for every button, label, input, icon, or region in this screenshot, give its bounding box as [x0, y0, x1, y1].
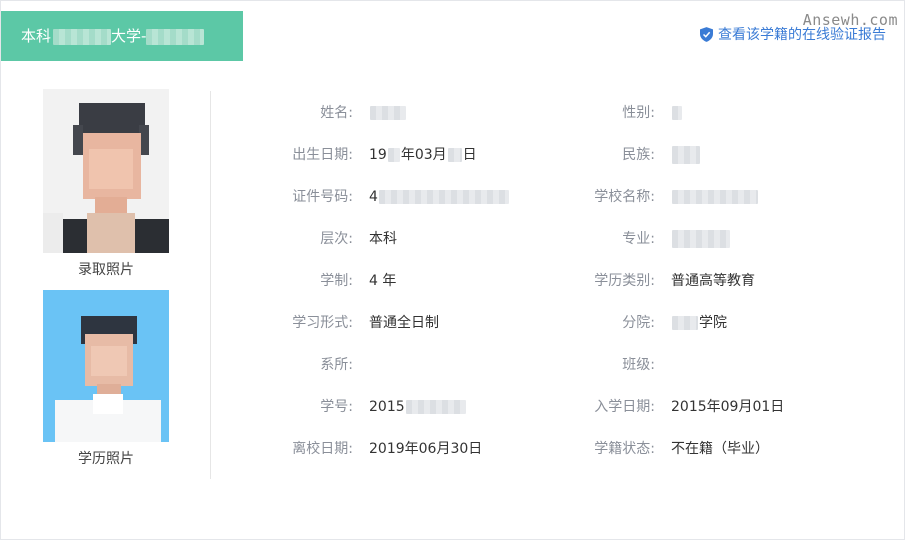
field-label: 专业: — [622, 231, 655, 247]
field-label: 班级: — [622, 357, 655, 373]
field-row-department: 系所: — [211, 355, 511, 375]
field-label: 学籍状态: — [594, 441, 655, 457]
field-row-school-name: 学校名称: — [511, 187, 891, 207]
redacted-university-name — [53, 28, 112, 45]
field-value: 普通全日制 — [369, 315, 439, 331]
field-value: 4 — [369, 187, 510, 207]
field-label: 出生日期: — [292, 147, 353, 163]
field-value: 不在籍（毕业） — [671, 441, 769, 457]
field-label: 离校日期: — [292, 441, 353, 457]
degree-photo — [43, 290, 169, 442]
field-value: 普通高等教育 — [671, 273, 755, 289]
value-part: 2015 — [369, 399, 405, 415]
redacted-value — [672, 106, 682, 120]
value-part: 日 — [462, 147, 477, 163]
verify-report-link[interactable]: 查看该学籍的在线验证报告 — [700, 24, 886, 44]
redacted-value — [378, 190, 509, 204]
photo-column: 录取照片 学历照片 — [31, 89, 181, 468]
verify-report-label: 查看该学籍的在线验证报告 — [718, 27, 886, 43]
value-part: 4 — [369, 189, 378, 205]
field-label: 学号: — [320, 399, 353, 415]
field-row-id-number: 证件号码: 4 — [211, 187, 531, 207]
redacted-value — [672, 146, 700, 164]
admission-photo-image — [43, 89, 169, 253]
field-row-college: 分院: 学院 — [511, 313, 891, 333]
field-label: 民族: — [622, 147, 655, 163]
field-label: 学校名称: — [594, 189, 655, 205]
field-value: 2015 — [369, 397, 467, 417]
field-row-gender: 性别: — [511, 103, 891, 123]
field-row-duration: 学制: 4 年 — [211, 271, 511, 291]
field-label: 证件号码: — [292, 189, 353, 205]
value-part: 19 — [369, 147, 387, 163]
field-value: 学院 — [671, 313, 727, 333]
field-value — [671, 103, 683, 123]
field-label: 系所: — [320, 357, 353, 373]
field-label: 性别: — [622, 105, 655, 121]
field-value — [671, 229, 731, 249]
field-row-major: 专业: — [511, 229, 891, 249]
field-value: 2015年09月01日 — [671, 399, 785, 415]
field-label: 学历类别: — [594, 273, 655, 289]
admission-photo — [43, 89, 169, 253]
field-row-education-type: 学历类别: 普通高等教育 — [511, 271, 891, 291]
field-label: 学习形式: — [292, 315, 353, 331]
redacted-value — [672, 190, 758, 204]
redacted-value — [447, 148, 462, 162]
degree-level-text: 本科 — [21, 27, 52, 45]
redacted-value — [672, 316, 698, 330]
redacted-value — [672, 230, 730, 248]
field-row-student-id: 学号: 2015 — [211, 397, 511, 417]
field-value: 本科 — [369, 231, 397, 247]
redacted-value — [405, 400, 466, 414]
redacted-value — [387, 148, 400, 162]
university-suffix-text: 大学- — [111, 27, 147, 45]
degree-university-tag: 本科 大学- — [1, 11, 243, 61]
field-row-study-mode: 学习形式: 普通全日制 — [211, 313, 511, 333]
field-value — [671, 187, 759, 207]
field-row-enroll-date: 入学日期: 2015年09月01日 — [511, 397, 891, 417]
field-value: 2019年06月30日 — [369, 441, 483, 457]
field-label: 层次: — [320, 231, 353, 247]
field-row-class: 班级: — [511, 355, 891, 375]
admission-photo-caption: 录取照片 — [78, 262, 134, 278]
field-row-level: 层次: 本科 — [211, 229, 511, 249]
redacted-college-name — [146, 28, 205, 45]
field-label: 姓名: — [320, 105, 353, 121]
field-value — [671, 145, 701, 165]
field-row-ethnicity: 民族: — [511, 145, 891, 165]
field-label: 分院: — [622, 315, 655, 331]
field-label: 学制: — [320, 273, 353, 289]
student-record-card: 本科 大学- Ansewh.com 查看该学籍的在线验证报告 录取照片 学历照片… — [0, 0, 905, 540]
value-part: 年03月 — [400, 147, 447, 163]
degree-photo-image — [43, 290, 169, 442]
field-value: 19 年03月日 — [369, 145, 477, 165]
degree-photo-caption: 学历照片 — [78, 451, 134, 467]
redacted-value — [370, 106, 406, 120]
field-label: 入学日期: — [594, 399, 655, 415]
field-row-leave-date: 离校日期: 2019年06月30日 — [211, 439, 511, 459]
value-part: 学院 — [699, 315, 727, 331]
field-value: 4 年 — [369, 273, 397, 289]
field-row-birth-date: 出生日期: 19 年03月日 — [211, 145, 511, 165]
shield-check-icon — [700, 26, 713, 42]
field-row-name: 姓名: — [211, 103, 511, 123]
field-value — [369, 103, 407, 123]
field-row-status: 学籍状态: 不在籍（毕业） — [511, 439, 891, 459]
